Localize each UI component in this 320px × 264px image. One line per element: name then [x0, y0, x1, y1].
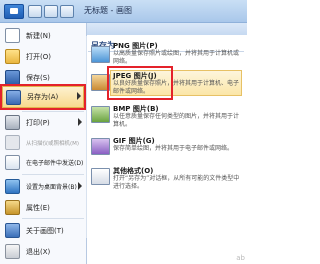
- save-icon: [5, 70, 20, 85]
- menu-item-label: 设置为桌面背景(B): [26, 184, 77, 191]
- menu-item-about[interactable]: 关于画图(T): [2, 221, 84, 240]
- properties-icon: [5, 200, 20, 215]
- email-icon: [5, 155, 20, 170]
- menu-item-label: 新建(N): [26, 31, 51, 40]
- menu-item-label: 从扫描仪或照相机(M): [26, 140, 80, 147]
- scanner-icon: [5, 135, 20, 150]
- menu-separator: [22, 174, 84, 175]
- menu-item-print[interactable]: 打印(P): [2, 113, 84, 132]
- watermark: ab: [236, 254, 245, 262]
- menu-separator: [22, 218, 84, 219]
- redo-icon[interactable]: [60, 5, 74, 18]
- save-as-highlight-box: [0, 84, 86, 110]
- menu-item-scanner[interactable]: 从扫描仪或照相机(M): [2, 133, 84, 152]
- menu-item-label: 退出(X): [26, 247, 51, 256]
- menu-item-label: 在电子邮件中发送(D): [26, 160, 84, 167]
- option-other-desc: 打开“另存为”对话框，从所有可能的文件类型中进行选择。: [113, 175, 240, 190]
- about-icon: [5, 223, 20, 238]
- option-gif-desc: 保存简单绘图，并将其用于电子邮件或网络。: [113, 145, 234, 152]
- option-bmp-desc: 以任意质量保存任何类型的图片，并将其用于计算机。: [113, 113, 240, 128]
- menu-separator: [22, 111, 84, 112]
- menu-item-open[interactable]: 打开(O): [2, 47, 84, 66]
- option-png-desc: 以高质量保存照片或绘图，并将其用于计算机或网络。: [113, 50, 240, 65]
- menu-item-exit[interactable]: 退出(X): [2, 242, 84, 261]
- menu-item-email[interactable]: 在电子邮件中发送(D): [2, 153, 84, 172]
- print-icon: [5, 115, 20, 130]
- menu-item-label: 打开(O): [26, 52, 51, 61]
- menu-item-label: 属性(E): [26, 203, 50, 212]
- submenu-arrow-icon: [78, 118, 82, 126]
- open-folder-icon: [5, 49, 20, 64]
- menu-item-properties[interactable]: 属性(E): [2, 198, 84, 217]
- exit-icon: [5, 244, 20, 259]
- other-formats-icon: [91, 168, 110, 185]
- new-doc-icon: [5, 28, 20, 43]
- menu-item-set-desktop-background[interactable]: 设置为桌面背景(B): [2, 177, 84, 196]
- submenu-arrow-icon: [78, 182, 82, 190]
- desktop-background-icon: [5, 179, 20, 194]
- jpeg-highlight-box: [107, 66, 173, 100]
- menu-item-label: 关于画图(T): [26, 226, 64, 235]
- png-picture-icon: [91, 46, 110, 63]
- menu-item-new[interactable]: 新建(N): [2, 26, 84, 45]
- gif-picture-icon: [91, 138, 110, 155]
- undo-icon[interactable]: [44, 5, 58, 18]
- paint-menu-button[interactable]: [4, 4, 24, 19]
- menu-item-label: 打印(P): [26, 118, 50, 127]
- window-title: 无标题 - 画图: [84, 6, 132, 15]
- menu-item-label: 保存(S): [26, 73, 50, 82]
- quick-save-icon[interactable]: [28, 5, 42, 18]
- bmp-picture-icon: [91, 106, 110, 123]
